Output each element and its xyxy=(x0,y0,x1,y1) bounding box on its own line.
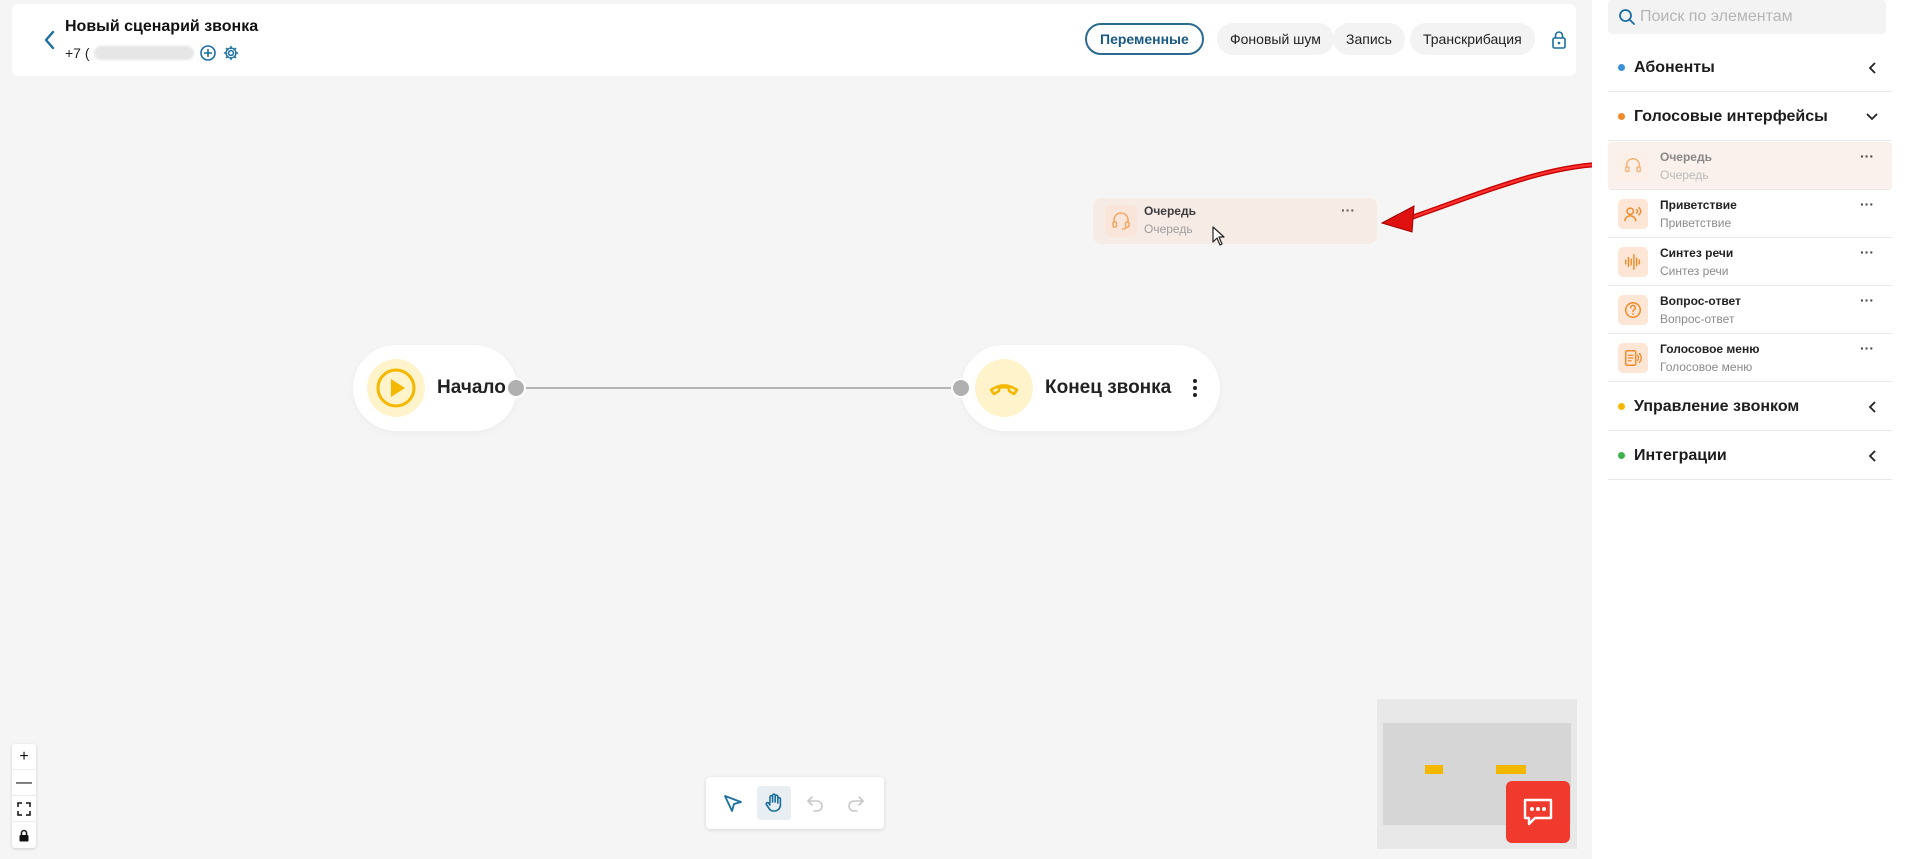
node-end-call-label: Конец звонка xyxy=(1045,377,1172,398)
canvas-toolbar xyxy=(706,777,884,829)
node-end-call[interactable]: Конец звонка xyxy=(961,345,1220,431)
element-item-greeting[interactable]: Приветствие Приветствие ··· xyxy=(1608,190,1892,238)
element-item-title: Голосовое меню xyxy=(1660,342,1760,356)
more-icon[interactable]: ··· xyxy=(1860,340,1874,356)
more-icon[interactable]: ··· xyxy=(1860,292,1874,308)
phone-number-row: +7 ( xyxy=(65,42,240,64)
element-item-subtitle: Вопрос-ответ xyxy=(1660,312,1735,326)
header-bar: Новый сценарий звонка +7 ( Переменные Фо… xyxy=(12,4,1576,76)
fit-screen-icon xyxy=(17,801,31,816)
element-item-question-answer[interactable]: Вопрос-ответ Вопрос-ответ ··· xyxy=(1608,286,1892,334)
phone-settings-button[interactable] xyxy=(222,44,240,62)
category-integrations[interactable]: Интеграции xyxy=(1608,432,1892,480)
search-icon xyxy=(1619,9,1635,25)
category-dot xyxy=(1618,452,1625,459)
element-item-queue[interactable]: Очередь Очередь ··· xyxy=(1608,142,1892,190)
category-dot xyxy=(1618,113,1625,120)
element-search xyxy=(1608,0,1886,34)
minimap-node-start xyxy=(1425,765,1443,774)
tab-recording[interactable]: Запись xyxy=(1333,23,1405,55)
play-icon xyxy=(367,359,425,417)
select-arrow-icon xyxy=(724,795,742,812)
hand-pan-icon xyxy=(765,793,782,812)
redo-button[interactable] xyxy=(839,786,873,820)
audio-wave-icon xyxy=(1618,247,1648,277)
category-subscribers[interactable]: Абоненты xyxy=(1608,44,1892,92)
more-icon[interactable]: ··· xyxy=(1860,244,1874,260)
category-label: Абоненты xyxy=(1634,58,1715,76)
node-start-label: Начало xyxy=(437,377,506,398)
elements-sidebar: Абоненты Голосовые интерфейсы Очередь Оч… xyxy=(1592,0,1908,859)
flow-edge[interactable] xyxy=(516,387,961,389)
chevron-down-icon xyxy=(1864,109,1880,125)
drag-preview-title: Очередь xyxy=(1144,204,1196,218)
drag-preview-more-icon[interactable]: ··· xyxy=(1341,202,1355,218)
tab-transcription[interactable]: Транскрибация xyxy=(1410,23,1535,55)
lock-button[interactable] xyxy=(1550,30,1568,50)
drag-preview-subtitle: Очередь xyxy=(1144,222,1193,236)
element-item-title: Очередь xyxy=(1660,150,1712,164)
element-item-voice-menu[interactable]: Голосовое меню Голосовое меню ··· xyxy=(1608,334,1892,382)
phone-prefix: +7 ( xyxy=(65,45,90,61)
headset-icon xyxy=(1618,151,1648,181)
undo-icon xyxy=(807,796,823,812)
chevron-left-icon xyxy=(1864,60,1880,76)
node-menu-icon[interactable] xyxy=(1191,379,1199,397)
node-start-output-port[interactable] xyxy=(506,378,526,398)
element-item-title: Синтез речи xyxy=(1660,246,1734,260)
speaking-person-icon xyxy=(1618,199,1648,229)
plus-circle-icon xyxy=(199,45,216,61)
phone-number-redacted xyxy=(93,46,194,60)
tab-background-noise[interactable]: Фоновый шум xyxy=(1217,23,1334,55)
undo-button[interactable] xyxy=(798,786,832,820)
node-end-input-port[interactable] xyxy=(951,378,971,398)
chat-support-button[interactable] xyxy=(1506,781,1570,843)
headset-icon xyxy=(1105,205,1137,237)
question-circle-icon xyxy=(1618,295,1648,325)
zoom-controls: + — xyxy=(12,744,36,848)
more-icon[interactable]: ··· xyxy=(1860,196,1874,212)
redo-icon xyxy=(848,796,864,812)
hangup-icon xyxy=(975,359,1033,417)
element-item-subtitle: Синтез речи xyxy=(1660,264,1729,278)
page-title: Новый сценарий звонка xyxy=(65,18,259,35)
category-voice-interfaces[interactable]: Голосовые интерфейсы xyxy=(1608,93,1892,141)
lock-icon xyxy=(1552,31,1566,49)
more-icon[interactable]: ··· xyxy=(1860,148,1874,164)
element-item-title: Вопрос-ответ xyxy=(1660,294,1741,308)
tab-variables[interactable]: Переменные xyxy=(1085,23,1204,55)
chevron-left-icon xyxy=(1864,399,1880,415)
element-item-subtitle: Очередь xyxy=(1660,168,1709,182)
chat-bubble-icon xyxy=(1523,798,1553,826)
chevron-left-icon xyxy=(1864,448,1880,464)
node-start[interactable]: Начало xyxy=(353,345,517,431)
drag-preview-queue[interactable]: Очередь Очередь ··· xyxy=(1093,198,1377,244)
select-tool-button[interactable] xyxy=(716,786,750,820)
fit-view-button[interactable] xyxy=(12,796,36,822)
element-item-speech-synthesis[interactable]: Синтез речи Синтез речи ··· xyxy=(1608,238,1892,286)
pan-tool-button[interactable] xyxy=(757,786,791,820)
element-item-subtitle: Приветствие xyxy=(1660,216,1732,230)
category-label: Интеграции xyxy=(1634,446,1727,464)
element-search-input[interactable] xyxy=(1640,8,1880,26)
category-dot xyxy=(1618,403,1625,410)
annotation-arrow-icon xyxy=(1380,161,1615,233)
gear-icon xyxy=(223,45,238,61)
chevron-left-icon xyxy=(44,30,55,50)
element-item-subtitle: Голосовое меню xyxy=(1660,360,1753,374)
back-button[interactable] xyxy=(38,26,62,54)
category-dot xyxy=(1618,64,1625,71)
zoom-out-button[interactable]: — xyxy=(12,770,36,796)
lock-icon xyxy=(19,829,29,841)
category-label: Управление звонком xyxy=(1634,397,1800,415)
voice-menu-icon xyxy=(1618,343,1648,373)
lock-canvas-button[interactable] xyxy=(12,822,36,848)
category-call-control[interactable]: Управление звонком xyxy=(1608,383,1892,431)
add-phone-button[interactable] xyxy=(199,44,217,62)
category-label: Голосовые интерфейсы xyxy=(1634,107,1828,125)
zoom-in-button[interactable]: + xyxy=(12,744,36,770)
element-item-title: Приветствие xyxy=(1660,198,1737,212)
minimap-node-end xyxy=(1496,765,1526,774)
